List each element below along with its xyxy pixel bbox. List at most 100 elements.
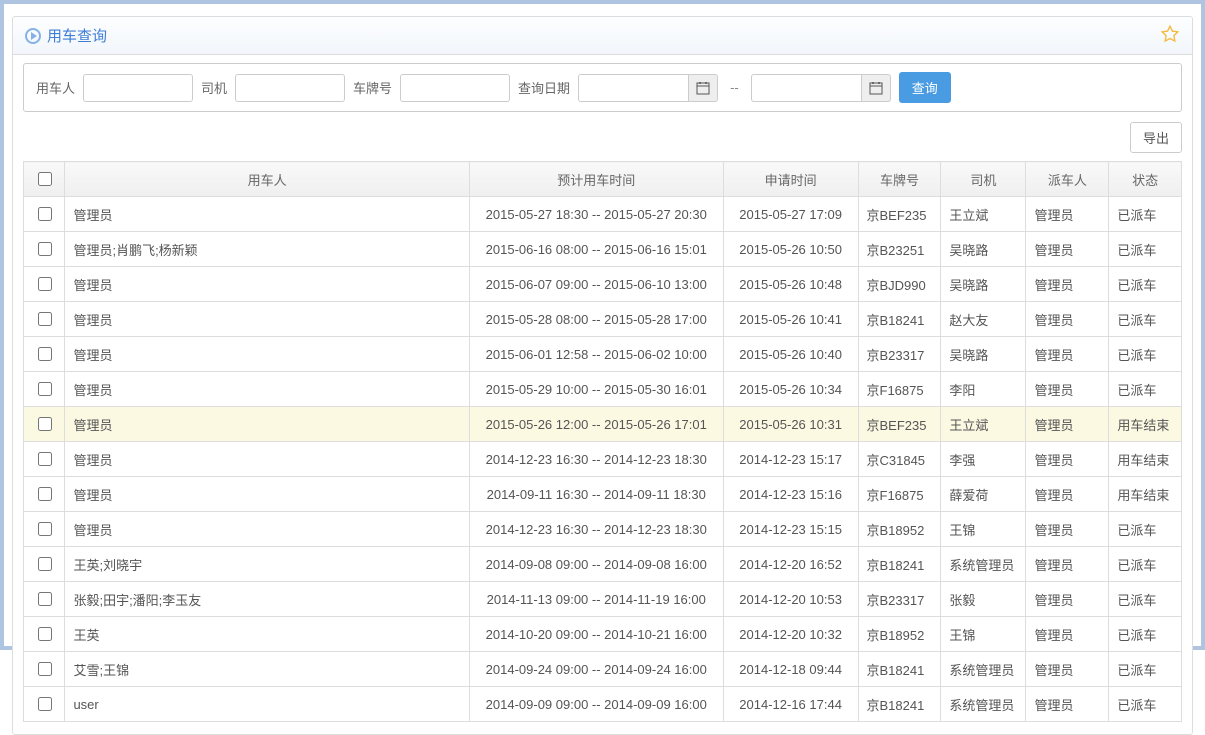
cell-user: 管理员: [65, 442, 469, 477]
cell-user: user: [65, 687, 469, 722]
panel-body: 用车人 司机 车牌号 查询日期 -- 查询 导出: [13, 55, 1192, 734]
row-checkbox[interactable]: [38, 592, 52, 606]
star-icon[interactable]: [1160, 24, 1180, 47]
cell-est-time: 2014-09-24 09:00 -- 2014-09-24 16:00: [469, 652, 723, 687]
cell-apply-time: 2014-12-23 15:15: [723, 512, 858, 547]
row-checkbox[interactable]: [38, 627, 52, 641]
cell-plate: 京B18241: [858, 687, 941, 722]
cell-est-time: 2014-09-09 09:00 -- 2014-09-09 16:00: [469, 687, 723, 722]
cell-dispatcher: 管理员: [1026, 477, 1109, 512]
cell-dispatcher: 管理员: [1026, 337, 1109, 372]
cell-est-time: 2015-06-07 09:00 -- 2015-06-10 13:00: [469, 267, 723, 302]
export-button[interactable]: 导出: [1130, 122, 1182, 153]
row-checkbox[interactable]: [38, 242, 52, 256]
row-checkbox[interactable]: [38, 557, 52, 571]
cell-apply-time: 2015-05-26 10:40: [723, 337, 858, 372]
plate-input[interactable]: [400, 74, 510, 102]
table-row[interactable]: 张毅;田宇;潘阳;李玉友2014-11-13 09:00 -- 2014-11-…: [24, 582, 1182, 617]
row-checkbox[interactable]: [38, 312, 52, 326]
cell-dispatcher: 管理员: [1026, 547, 1109, 582]
table-row[interactable]: 管理员2015-05-26 12:00 -- 2015-05-26 17:012…: [24, 407, 1182, 442]
cell-dispatcher: 管理员: [1026, 442, 1109, 477]
cell-user: 管理员: [65, 477, 469, 512]
cell-driver: 李阳: [941, 372, 1026, 407]
calendar-icon[interactable]: [861, 74, 891, 102]
table-row[interactable]: 管理员2014-12-23 16:30 -- 2014-12-23 18:302…: [24, 512, 1182, 547]
table-row[interactable]: 王英;刘晓宇2014-09-08 09:00 -- 2014-09-08 16:…: [24, 547, 1182, 582]
table-row[interactable]: 王英2014-10-20 09:00 -- 2014-10-21 16:0020…: [24, 617, 1182, 652]
cell-user: 管理员: [65, 407, 469, 442]
row-checkbox-cell: [24, 267, 65, 302]
cell-driver: 王锦: [941, 512, 1026, 547]
cell-plate: 京BEF235: [858, 407, 941, 442]
table-row[interactable]: 管理员2015-06-07 09:00 -- 2015-06-10 13:002…: [24, 267, 1182, 302]
cell-apply-time: 2014-12-20 10:32: [723, 617, 858, 652]
panel-title: 用车查询: [25, 25, 107, 46]
row-checkbox[interactable]: [38, 347, 52, 361]
query-button[interactable]: 查询: [899, 72, 951, 103]
cell-dispatcher: 管理员: [1026, 512, 1109, 547]
cell-driver: 薛爱荷: [941, 477, 1026, 512]
table-row[interactable]: 艾雪;王锦2014-09-24 09:00 -- 2014-09-24 16:0…: [24, 652, 1182, 687]
table-row[interactable]: 管理员2015-05-28 08:00 -- 2015-05-28 17:002…: [24, 302, 1182, 337]
row-checkbox-cell: [24, 372, 65, 407]
cell-est-time: 2015-06-16 08:00 -- 2015-06-16 15:01: [469, 232, 723, 267]
date-from-input[interactable]: [578, 74, 688, 102]
table-row[interactable]: 管理员2014-09-11 16:30 -- 2014-09-11 18:302…: [24, 477, 1182, 512]
header-est-time: 预计用车时间: [469, 162, 723, 197]
cell-dispatcher: 管理员: [1026, 232, 1109, 267]
row-checkbox[interactable]: [38, 522, 52, 536]
cell-apply-time: 2015-05-26 10:50: [723, 232, 858, 267]
header-checkbox-col: [24, 162, 65, 197]
row-checkbox[interactable]: [38, 207, 52, 221]
cell-user: 艾雪;王锦: [65, 652, 469, 687]
header-apply-time: 申请时间: [723, 162, 858, 197]
row-checkbox[interactable]: [38, 487, 52, 501]
cell-user: 张毅;田宇;潘阳;李玉友: [65, 582, 469, 617]
cell-user: 管理员: [65, 337, 469, 372]
row-checkbox-cell: [24, 407, 65, 442]
header-dispatcher: 派车人: [1026, 162, 1109, 197]
date-to-input[interactable]: [751, 74, 861, 102]
header-driver: 司机: [941, 162, 1026, 197]
cell-dispatcher: 管理员: [1026, 267, 1109, 302]
table-row[interactable]: 管理员2015-05-27 18:30 -- 2015-05-27 20:302…: [24, 197, 1182, 232]
cell-driver: 吴晓路: [941, 232, 1026, 267]
table-row[interactable]: user2014-09-09 09:00 -- 2014-09-09 16:00…: [24, 687, 1182, 722]
calendar-icon[interactable]: [688, 74, 718, 102]
cell-dispatcher: 管理员: [1026, 197, 1109, 232]
cell-status: 已派车: [1109, 267, 1182, 302]
table-row[interactable]: 管理员2014-12-23 16:30 -- 2014-12-23 18:302…: [24, 442, 1182, 477]
select-all-checkbox[interactable]: [38, 172, 52, 186]
row-checkbox-cell: [24, 652, 65, 687]
row-checkbox[interactable]: [38, 662, 52, 676]
cell-user: 王英;刘晓宇: [65, 547, 469, 582]
cell-plate: 京B23251: [858, 232, 941, 267]
cell-dispatcher: 管理员: [1026, 652, 1109, 687]
cell-apply-time: 2015-05-26 10:34: [723, 372, 858, 407]
row-checkbox[interactable]: [38, 277, 52, 291]
row-checkbox[interactable]: [38, 697, 52, 711]
cell-plate: 京B18241: [858, 652, 941, 687]
cell-apply-time: 2014-12-23 15:17: [723, 442, 858, 477]
user-input[interactable]: [83, 74, 193, 102]
row-checkbox[interactable]: [38, 382, 52, 396]
export-row: 导出: [23, 122, 1182, 153]
arrow-circle-icon: [25, 28, 41, 44]
cell-status: 用车结束: [1109, 442, 1182, 477]
table-row[interactable]: 管理员2015-06-01 12:58 -- 2015-06-02 10:002…: [24, 337, 1182, 372]
cell-status: 已派车: [1109, 547, 1182, 582]
cell-driver: 王立斌: [941, 407, 1026, 442]
table-row[interactable]: 管理员;肖鹏飞;杨新颖2015-06-16 08:00 -- 2015-06-1…: [24, 232, 1182, 267]
cell-apply-time: 2014-12-20 10:53: [723, 582, 858, 617]
row-checkbox[interactable]: [38, 417, 52, 431]
driver-input[interactable]: [235, 74, 345, 102]
cell-driver: 系统管理员: [941, 547, 1026, 582]
cell-plate: 京C31845: [858, 442, 941, 477]
row-checkbox-cell: [24, 547, 65, 582]
row-checkbox[interactable]: [38, 452, 52, 466]
table-row[interactable]: 管理员2015-05-29 10:00 -- 2015-05-30 16:012…: [24, 372, 1182, 407]
cell-dispatcher: 管理员: [1026, 617, 1109, 652]
cell-apply-time: 2014-12-18 09:44: [723, 652, 858, 687]
search-bar: 用车人 司机 车牌号 查询日期 -- 查询: [23, 63, 1182, 112]
